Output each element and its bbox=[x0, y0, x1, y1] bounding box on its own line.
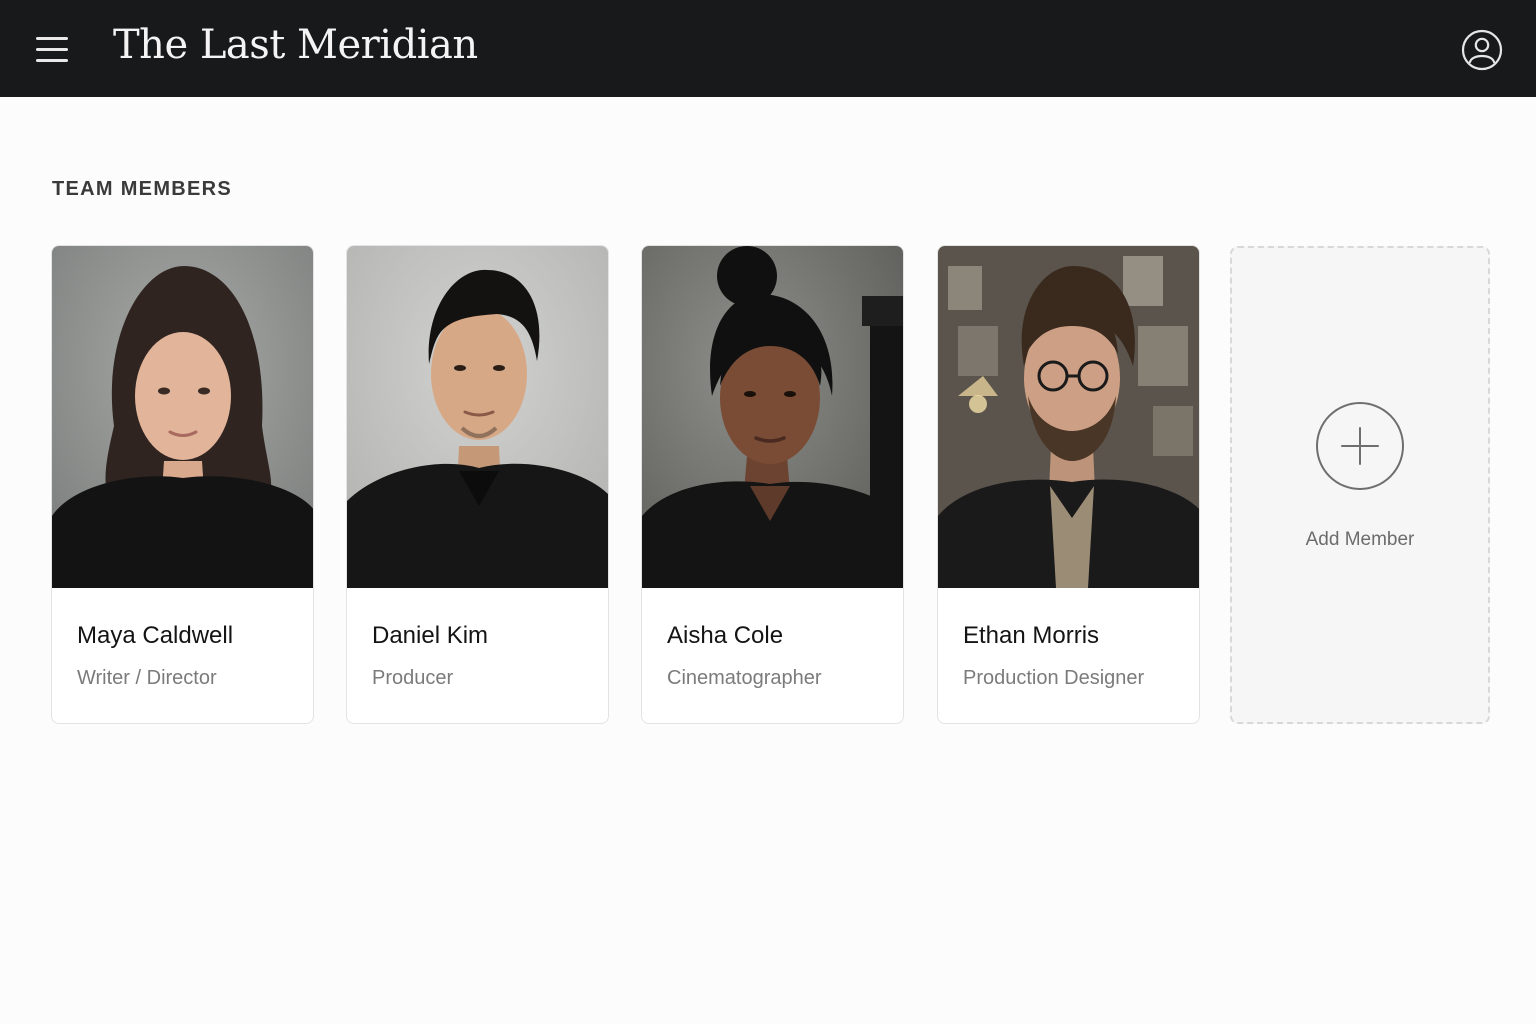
menu-button[interactable] bbox=[34, 34, 70, 66]
member-role: Producer bbox=[372, 667, 454, 689]
plus-icon[interactable] bbox=[1315, 401, 1405, 491]
member-photo bbox=[642, 246, 903, 588]
app-title: The Last Meridian bbox=[113, 22, 478, 68]
member-photo bbox=[347, 246, 608, 588]
user-account-button[interactable] bbox=[1461, 29, 1503, 71]
add-member-card[interactable]: Add Member bbox=[1230, 246, 1490, 724]
member-photo bbox=[938, 246, 1199, 588]
hamburger-menu-icon bbox=[36, 37, 68, 40]
member-card-daniel-kim[interactable]: Daniel Kim Producer bbox=[346, 245, 609, 724]
member-name: Ethan Morris bbox=[963, 622, 1100, 649]
member-card-ethan-morris[interactable]: Ethan Morris Production Designer bbox=[937, 245, 1200, 724]
member-role: Writer / Director bbox=[77, 667, 217, 689]
member-name: Aisha Cole bbox=[667, 622, 784, 649]
member-card-aisha-cole[interactable]: Aisha Cole Cinematographer bbox=[641, 245, 904, 724]
user-account-icon bbox=[1461, 29, 1503, 71]
member-name: Maya Caldwell bbox=[77, 622, 234, 649]
member-role: Cinematographer bbox=[667, 667, 822, 689]
add-member-label: Add Member bbox=[1305, 529, 1415, 550]
member-name: Daniel Kim bbox=[372, 622, 489, 649]
top-bar: The Last Meridian bbox=[0, 0, 1536, 97]
section-heading: TEAM MEMBERS bbox=[52, 178, 233, 200]
member-role: Production Designer bbox=[963, 667, 1145, 689]
member-photo bbox=[52, 246, 313, 588]
member-card-maya-caldwell[interactable]: Maya Caldwell Writer / Director bbox=[51, 245, 314, 724]
